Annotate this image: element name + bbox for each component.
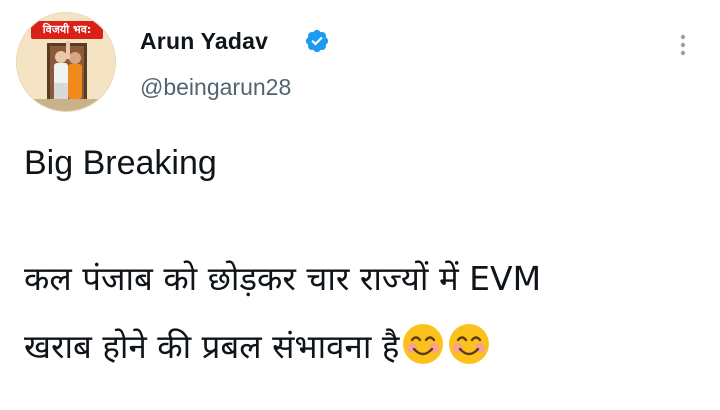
tweet-text-line-1: Big Breaking [24,144,217,182]
tweet-card: विजयी भव: Arun Yadav @beingarun28 Big Br… [0,0,720,410]
display-name[interactable]: Arun Yadav [140,28,268,55]
tweet-text-line-3: खराब होने की प्रबल संभावना है [24,322,491,368]
smiling-face-with-smiling-eyes-icon [403,324,444,364]
tweet-text-line-2: कल पंजाब को छोड़कर चार राज्यों में EVM [24,259,542,298]
avatar[interactable]: विजयी भव: [16,12,116,112]
more-vertical-icon[interactable] [676,32,690,58]
smiling-face-with-smiling-eyes-icon [449,324,490,364]
verified-badge-icon [305,29,329,53]
handle[interactable]: @beingarun28 [140,74,291,101]
avatar-banner: विजयी भव: [31,21,103,39]
tweet-text-line-3-text: खराब होने की प्रबल संभावना है [24,327,400,366]
